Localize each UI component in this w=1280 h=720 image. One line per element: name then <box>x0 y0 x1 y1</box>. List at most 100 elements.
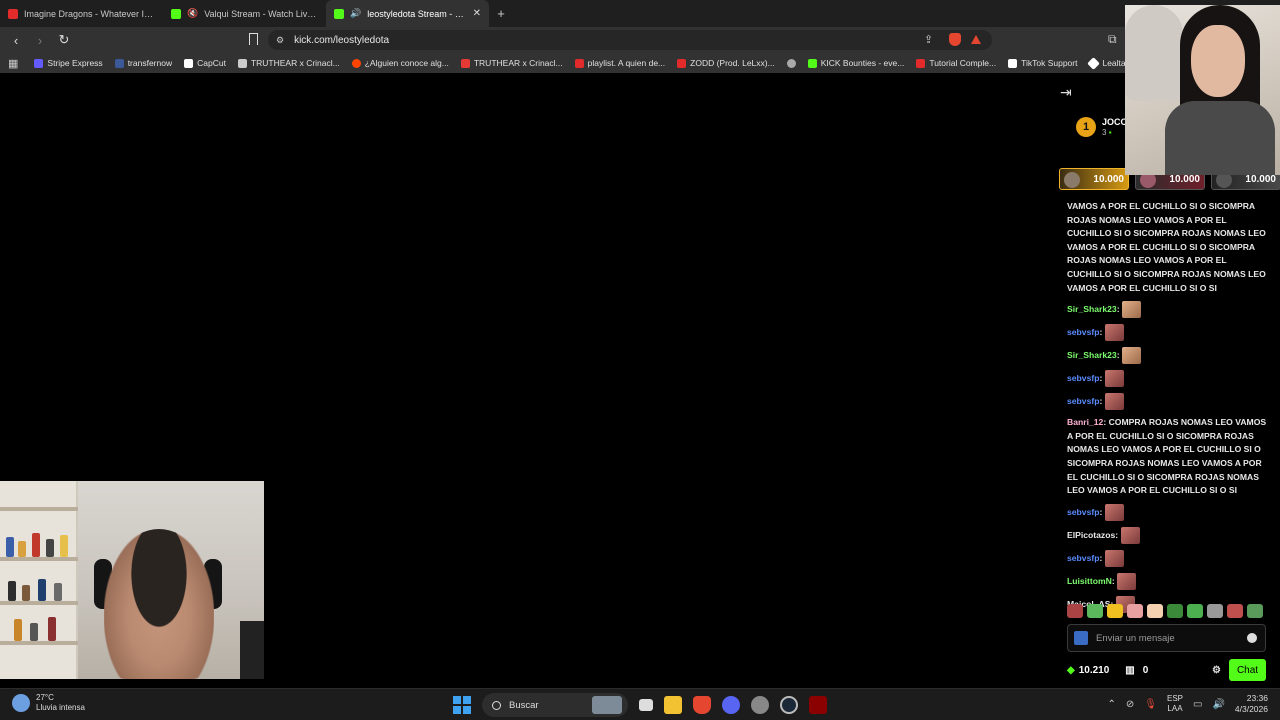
chat-emote-icon[interactable] <box>1117 572 1137 590</box>
steam-icon[interactable] <box>780 696 798 714</box>
quick-emote-icon[interactable] <box>1187 604 1203 618</box>
app-icon[interactable] <box>809 696 827 714</box>
pinned-gift[interactable]: 10.000 <box>1059 168 1129 190</box>
username-colon: : <box>1099 506 1105 517</box>
language-indicator[interactable]: ESP LAA <box>1167 694 1183 714</box>
chat-emote-icon[interactable] <box>1104 503 1124 521</box>
kick-emote-icon[interactable] <box>1074 631 1088 645</box>
bookmark-item[interactable]: Tutorial Comple... <box>910 58 1002 68</box>
chrome-icon[interactable] <box>751 696 769 714</box>
gift-box[interactable]: ▥ 0 <box>1125 665 1148 676</box>
chat-username[interactable]: sebvsfp <box>1067 373 1099 383</box>
chat-username[interactable]: Sir_Shark23 <box>1067 350 1117 360</box>
audio-icon[interactable]: 🔊 <box>350 8 361 19</box>
bookmark-item[interactable]: ZODD (Prod. LeLxx)... <box>671 58 781 68</box>
bookmark-item[interactable] <box>781 58 802 68</box>
chat-username[interactable]: sebvsfp <box>1067 327 1099 337</box>
discord-icon[interactable] <box>722 696 740 714</box>
bookmark-item[interactable]: TikTok Support <box>1002 58 1083 68</box>
points-value: 10.210 <box>1078 664 1110 676</box>
display-icon[interactable]: ▭ <box>1193 699 1202 710</box>
brave-shields-icon[interactable] <box>949 33 961 46</box>
quick-emote-icon[interactable] <box>1207 604 1223 618</box>
apps-icon[interactable]: ▦ <box>0 57 28 70</box>
bookmark-icon[interactable] <box>249 33 258 45</box>
new-tab-button[interactable]: + <box>489 0 513 27</box>
reload-button[interactable]: ↻ <box>54 30 74 50</box>
chevron-up-icon[interactable]: ⌃ <box>1108 699 1116 710</box>
bookmark-item[interactable]: KICK Bounties - eve... <box>802 58 911 68</box>
chat-message: VAMOS A POR EL CUCHILLO SI O SICOMPRA RO… <box>1067 200 1267 295</box>
tab-strip: Imagine Dragons - Whatever It Takes 🔇 Va… <box>0 0 1280 27</box>
emoji-icon[interactable] <box>1247 633 1257 643</box>
shelf <box>0 481 78 679</box>
chat-emote-icon[interactable] <box>1121 347 1141 365</box>
volume-icon[interactable]: 🔊 <box>1212 699 1224 710</box>
bookmark-item[interactable]: CapCut <box>178 58 232 68</box>
address-bar[interactable]: ⚙ kick.com/leostyledota <box>268 30 992 50</box>
network-off-icon[interactable]: ⊘ <box>1126 699 1134 710</box>
channel-points[interactable]: ◆ 10.210 <box>1067 665 1109 676</box>
chat-username[interactable]: LuisittomN <box>1067 575 1112 585</box>
back-button[interactable]: ‹ <box>6 30 26 50</box>
quick-emote-icon[interactable] <box>1247 604 1263 618</box>
bookmark-item[interactable]: TRUTHEAR x Crinacl... <box>232 58 346 68</box>
brave-browser-icon[interactable] <box>693 696 711 714</box>
bookmark-item[interactable]: ¿Alguien conoce alg... <box>346 58 455 68</box>
quick-emote-icon[interactable] <box>1127 604 1143 618</box>
chat-username[interactable]: sebvsfp <box>1067 396 1099 406</box>
chat-send-button[interactable]: Chat <box>1229 659 1266 681</box>
chat-emote-icon[interactable] <box>1104 370 1124 388</box>
quick-emote-icon[interactable] <box>1067 604 1083 618</box>
chat-input[interactable]: Enviar un mensaje <box>1067 624 1266 652</box>
windows-start-icon[interactable] <box>453 696 471 714</box>
task-view-icon[interactable] <box>639 699 653 711</box>
mute-icon[interactable]: 🔇 <box>187 8 198 19</box>
site-info-icon[interactable]: ⚙ <box>276 35 284 46</box>
kick-icon <box>334 8 344 19</box>
tab-1[interactable]: Imagine Dragons - Whatever It Takes <box>0 0 163 27</box>
extensions-icon[interactable]: ⧉ <box>1108 32 1117 47</box>
chat-username[interactable]: ElPicotazos <box>1067 529 1115 539</box>
bookmark-item[interactable]: playlist. A quien de... <box>569 58 672 68</box>
gift-box-count: 0 <box>1142 664 1149 676</box>
weather-widget[interactable]: 27°C Lluvia intensa <box>12 693 85 713</box>
chat-username[interactable]: sebvsfp <box>1067 506 1099 516</box>
url-text[interactable]: kick.com/leostyledota <box>294 35 389 46</box>
weather-icon <box>12 694 30 712</box>
chat-emote-icon[interactable] <box>1104 393 1124 411</box>
quick-emote-icon[interactable] <box>1087 604 1103 618</box>
chat-username[interactable]: Sir_Shark23 <box>1067 304 1117 314</box>
points-icon: ◆ <box>1067 664 1075 676</box>
collapse-chat-icon[interactable]: ⇥ <box>1060 84 1072 101</box>
chat-emote-icon[interactable] <box>1121 301 1141 319</box>
chat-emote-icon[interactable] <box>1104 549 1124 567</box>
chat-username[interactable]: sebvsfp <box>1067 552 1099 562</box>
forward-button[interactable]: › <box>30 30 50 50</box>
chat-emote-icon[interactable] <box>1120 526 1140 544</box>
avatar <box>1064 172 1080 188</box>
quick-emote-icon[interactable] <box>1227 604 1243 618</box>
bookmark-item[interactable]: transfernow <box>109 58 178 68</box>
time: 23:36 <box>1246 693 1268 703</box>
chat-emote-icon[interactable] <box>1104 324 1124 342</box>
file-explorer-icon[interactable] <box>664 696 682 714</box>
bookmark-item[interactable]: TRUTHEAR x Crinacl... <box>455 58 569 68</box>
quick-emote-icon[interactable] <box>1107 604 1123 618</box>
gift-leaderboard[interactable]: 1 JOCC 3 ▪ <box>1076 117 1127 137</box>
close-tab-icon[interactable]: ✕ <box>473 8 481 19</box>
bookmark-label: playlist. A quien de... <box>587 58 666 68</box>
tab-title: leostyledota Stream - Watch Live <box>367 8 466 19</box>
clock[interactable]: 23:36 4/3/2026 <box>1235 693 1268 715</box>
tab-2[interactable]: 🔇 Valqui Stream - Watch Live on Kick <box>163 0 326 27</box>
microphone-icon[interactable]: 🎙 <box>1144 699 1157 710</box>
bookmark-item[interactable]: Stripe Express <box>28 58 108 68</box>
share-icon[interactable]: ⇪ <box>924 33 933 46</box>
settings-icon[interactable]: ⚙ <box>1212 665 1221 676</box>
brave-rewards-icon[interactable] <box>971 35 981 44</box>
quick-emote-icon[interactable] <box>1147 604 1163 618</box>
tab-3[interactable]: 🔊 leostyledota Stream - Watch Live ✕ <box>326 0 489 27</box>
quick-emote-icon[interactable] <box>1167 604 1183 618</box>
taskbar-search[interactable]: Buscar <box>482 693 628 717</box>
chat-username[interactable]: Banri_12 <box>1067 417 1103 427</box>
